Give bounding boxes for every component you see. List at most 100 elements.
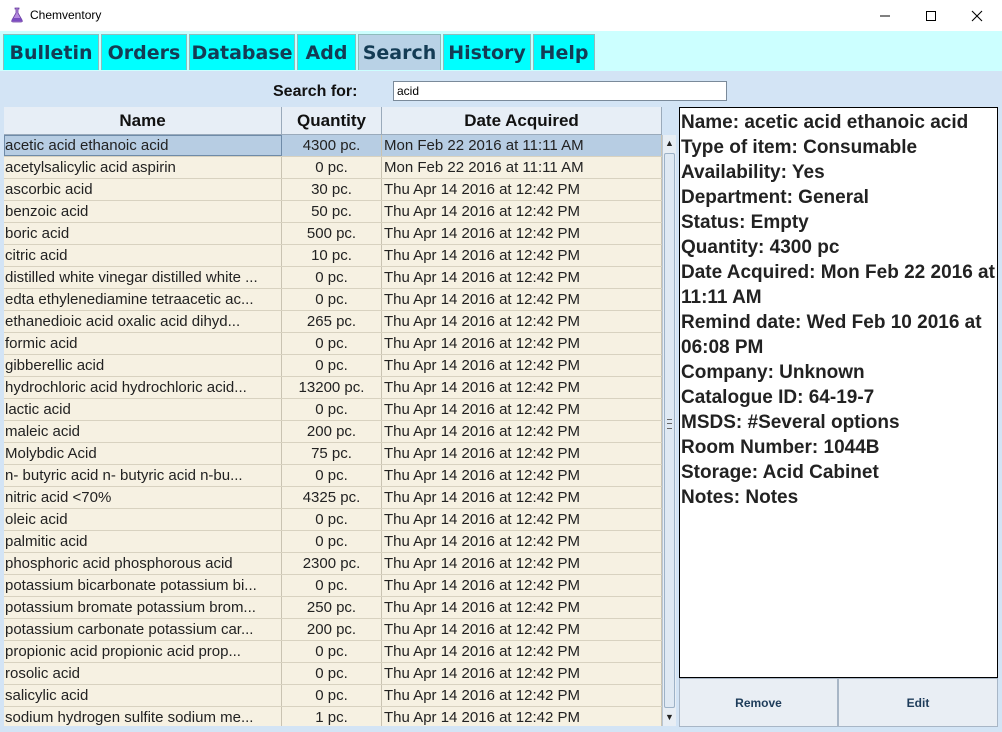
cell-date: Thu Apr 14 2016 at 12:42 PM (382, 289, 662, 310)
cell-date: Thu Apr 14 2016 at 12:42 PM (382, 663, 662, 684)
cell-name: hydrochloric acid hydrochloric acid... (4, 377, 282, 398)
cell-quantity: 0 pc. (282, 465, 382, 486)
detail-line: Catalogue ID: 64-19-7 (681, 387, 875, 408)
cell-name: ascorbic acid (4, 179, 282, 200)
cell-quantity: 1 pc. (282, 707, 382, 726)
column-header-date-acquired[interactable]: Date Acquired (382, 107, 662, 134)
column-header-name[interactable]: Name (4, 107, 282, 134)
table-row[interactable]: Molybdic Acid 75 pc. Thu Apr 14 2016 at 12… (4, 443, 662, 465)
main-panel: Bulletin Orders Database Add Search Hist… (0, 31, 1002, 732)
tab-database[interactable]: Database (189, 34, 295, 70)
cell-quantity: 0 pc. (282, 685, 382, 706)
table-row[interactable]: lactic acid 0 pc. Thu Apr 14 2016 at 12:42… (4, 399, 662, 421)
cell-name: nitric acid <70% (4, 487, 282, 508)
table-row[interactable]: rosolic acid 0 pc. Thu Apr 14 2016 at 12:4… (4, 663, 662, 685)
cell-quantity: 75 pc. (282, 443, 382, 464)
cell-name: distilled white vinegar distilled white … (4, 267, 282, 288)
cell-quantity: 50 pc. (282, 201, 382, 222)
details-panel: Name: acetic acid ethanoic acid Type of i… (679, 107, 998, 678)
maximize-button[interactable] (908, 0, 954, 31)
tab-history[interactable]: History (443, 34, 531, 70)
cell-date: Mon Feb 22 2016 at 11:11 AM (382, 157, 662, 178)
cell-name: rosolic acid (4, 663, 282, 684)
table-row[interactable]: phosphoric acid phosphorous acid 2300 pc.… (4, 553, 662, 575)
table-row[interactable]: potassium carbonate potassium car... 200 … (4, 619, 662, 641)
table-row[interactable]: acetic acid ethanoic acid 4300 pc. Mon Feb… (4, 135, 662, 157)
cell-date: Thu Apr 14 2016 at 12:42 PM (382, 201, 662, 222)
cell-quantity: 0 pc. (282, 531, 382, 552)
search-label: Search for: (273, 83, 358, 100)
tab-orders[interactable]: Orders (101, 34, 187, 70)
window-title: Chemventory (30, 8, 102, 22)
close-icon (971, 10, 983, 21)
detail-line: Type of item: Consumable (681, 137, 918, 158)
cell-date: Thu Apr 14 2016 at 12:42 PM (382, 311, 662, 332)
cell-name: oleic acid (4, 509, 282, 530)
table-row[interactable]: boric acid 500 pc. Thu Apr 14 2016 at 12:4… (4, 223, 662, 245)
title-bar: Chemventory (0, 0, 1002, 31)
column-header-quantity[interactable]: Quantity (282, 107, 382, 134)
table-row[interactable]: formic acid 0 pc. Thu Apr 14 2016 at 12:42… (4, 333, 662, 355)
cell-quantity: 4325 pc. (282, 487, 382, 508)
detail-line: Notes: Notes (681, 487, 799, 508)
tab-help[interactable]: Help (533, 34, 595, 70)
table-row[interactable]: distilled white vinegar distilled white … (4, 267, 662, 289)
table-row[interactable]: maleic acid 200 pc. Thu Apr 14 2016 at 12:… (4, 421, 662, 443)
cell-name: acetylsalicylic acid aspirin (4, 157, 282, 178)
cell-name: edta ethylenediamine tetraacetic ac... (4, 289, 282, 310)
detail-line: Quantity: 4300 pc (681, 237, 840, 258)
detail-line: Date Acquired: Mon Feb 22 2016 at 11:11 … (681, 262, 995, 308)
cell-name: acetic acid ethanoic acid (4, 135, 282, 156)
scroll-thumb[interactable] (664, 153, 675, 708)
search-input[interactable] (393, 81, 727, 101)
close-button[interactable] (954, 0, 1000, 31)
table-row[interactable]: nitric acid <70% 4325 pc. Thu Apr 14 2016 … (4, 487, 662, 509)
detail-line: MSDS: #Several options (681, 412, 900, 433)
cell-quantity: 2300 pc. (282, 553, 382, 574)
table-scrollbar[interactable]: ▲ ▼ (662, 135, 676, 726)
tab-add[interactable]: Add (297, 34, 356, 70)
cell-date: Thu Apr 14 2016 at 12:42 PM (382, 597, 662, 618)
cell-quantity: 0 pc. (282, 333, 382, 354)
cell-quantity: 4300 pc. (282, 135, 382, 156)
table-row[interactable]: citric acid 10 pc. Thu Apr 14 2016 at 12:4… (4, 245, 662, 267)
table-row[interactable]: sodium hydrogen sulfite sodium me... 1 pc… (4, 707, 662, 726)
table-row[interactable]: potassium bromate potassium brom... 250 p… (4, 597, 662, 619)
table-row[interactable]: hydrochloric acid hydrochloric acid... 13… (4, 377, 662, 399)
table-row[interactable]: gibberellic acid 0 pc. Thu Apr 14 2016 at … (4, 355, 662, 377)
tab-search[interactable]: Search (358, 34, 441, 70)
table-row[interactable]: potassium bicarbonate potassium bi... 0 p… (4, 575, 662, 597)
table-row[interactable]: ascorbic acid 30 pc. Thu Apr 14 2016 at 12… (4, 179, 662, 201)
cell-name: salicylic acid (4, 685, 282, 706)
cell-name: benzoic acid (4, 201, 282, 222)
remove-button[interactable]: Remove (679, 678, 838, 727)
table-row[interactable]: palmitic acid 0 pc. Thu Apr 14 2016 at 12:… (4, 531, 662, 553)
scroll-down-icon[interactable]: ▼ (663, 709, 676, 725)
cell-date: Thu Apr 14 2016 at 12:42 PM (382, 179, 662, 200)
table-row[interactable]: edta ethylenediamine tetraacetic ac... 0 … (4, 289, 662, 311)
maximize-icon (926, 10, 936, 21)
edit-button[interactable]: Edit (838, 678, 998, 727)
tab-bulletin[interactable]: Bulletin (3, 34, 99, 70)
cell-quantity: 0 pc. (282, 399, 382, 420)
cell-date: Thu Apr 14 2016 at 12:42 PM (382, 531, 662, 552)
detail-line: Remind date: Wed Feb 10 2016 at 06:08 PM (681, 312, 982, 358)
minimize-button[interactable] (862, 0, 908, 31)
table-row[interactable]: oleic acid 0 pc. Thu Apr 14 2016 at 12:42 … (4, 509, 662, 531)
cell-name: lactic acid (4, 399, 282, 420)
table-row[interactable]: salicylic acid 0 pc. Thu Apr 14 2016 at 12… (4, 685, 662, 707)
cell-quantity: 10 pc. (282, 245, 382, 266)
cell-date: Thu Apr 14 2016 at 12:42 PM (382, 619, 662, 640)
table-row[interactable]: ethanedioic acid oxalic acid dihyd... 265… (4, 311, 662, 333)
scroll-up-icon[interactable]: ▲ (663, 135, 676, 151)
cell-quantity: 0 pc. (282, 267, 382, 288)
table-row[interactable]: propionic acid propionic acid prop... 0 p… (4, 641, 662, 663)
cell-date: Thu Apr 14 2016 at 12:42 PM (382, 355, 662, 376)
cell-name: phosphoric acid phosphorous acid (4, 553, 282, 574)
table-row[interactable]: n- butyric acid n- butyric acid n-bu... 0… (4, 465, 662, 487)
cell-date: Thu Apr 14 2016 at 12:42 PM (382, 707, 662, 726)
cell-quantity: 0 pc. (282, 575, 382, 596)
table-row[interactable]: acetylsalicylic acid aspirin 0 pc. Mon Feb… (4, 157, 662, 179)
table-row[interactable]: benzoic acid 50 pc. Thu Apr 14 2016 at 12:… (4, 201, 662, 223)
cell-quantity: 265 pc. (282, 311, 382, 332)
